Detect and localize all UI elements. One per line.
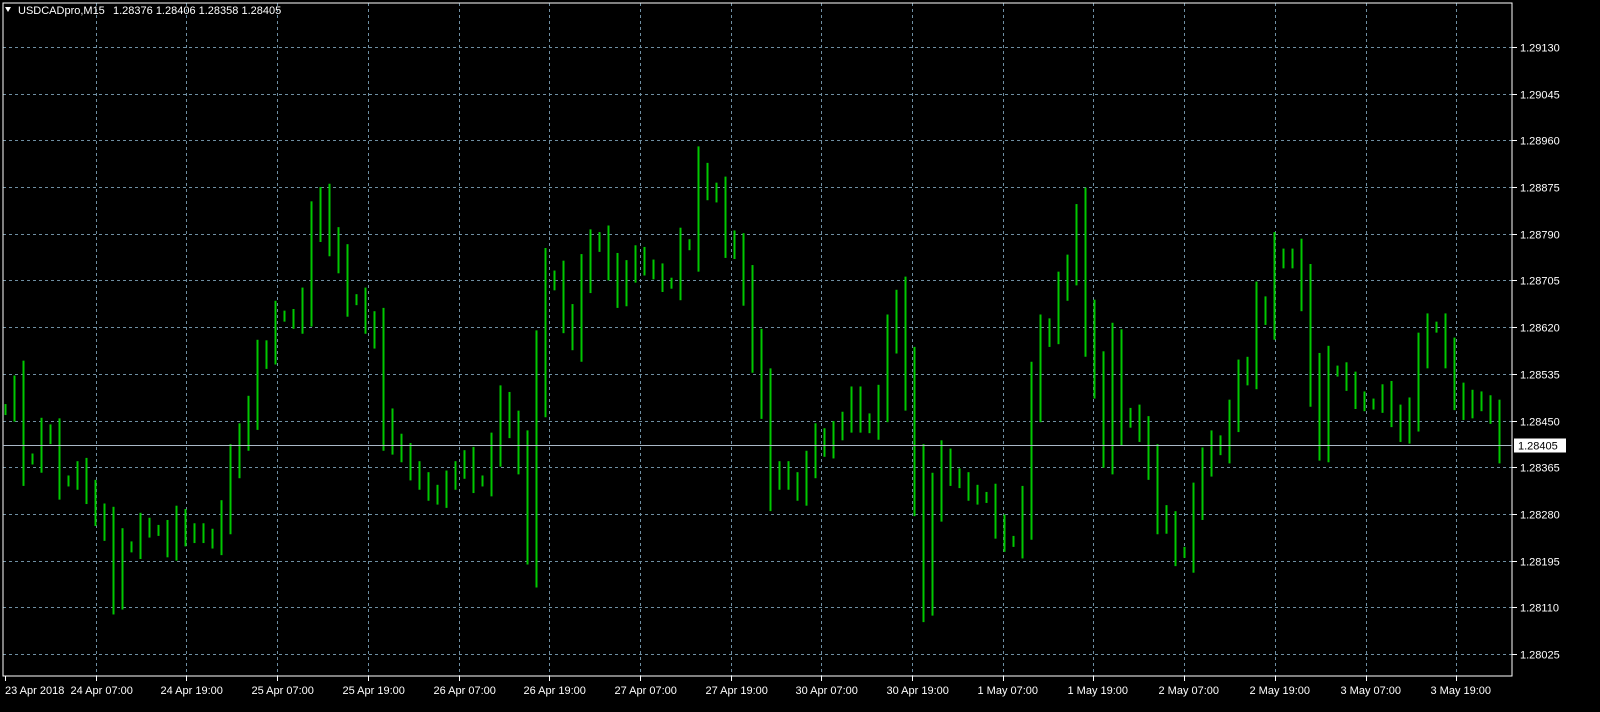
y-tick-label: 1.28620 bbox=[1520, 323, 1560, 335]
dropdown-triangle-icon[interactable] bbox=[5, 7, 11, 12]
y-tick-label: 1.28535 bbox=[1520, 370, 1560, 382]
x-tick-label: 27 Apr 19:00 bbox=[706, 685, 768, 697]
y-tick-label: 1.28450 bbox=[1520, 417, 1560, 429]
y-tick-label: 1.28195 bbox=[1520, 557, 1560, 569]
grid bbox=[3, 3, 1512, 676]
chart-canvas[interactable]: 1.29130 1.29045 1.28960 1.28875 1.28790 1.287… bbox=[0, 0, 1600, 712]
x-tick-label: 2 May 07:00 bbox=[1159, 685, 1220, 697]
y-tick-label: 1.28365 bbox=[1520, 463, 1560, 475]
x-tick-label: 24 Apr 19:00 bbox=[161, 685, 223, 697]
axes: 1.29130 1.29045 1.28960 1.28875 1.28790 1.287… bbox=[2, 2, 1560, 697]
x-tick-label: 24 Apr 07:00 bbox=[71, 685, 133, 697]
x-tick-label: 30 Apr 07:00 bbox=[796, 685, 858, 697]
x-tick-label: 2 May 19:00 bbox=[1250, 685, 1311, 697]
price-chart[interactable]: 1.29130 1.29045 1.28960 1.28875 1.28790 1.287… bbox=[0, 0, 1600, 712]
x-tick-label: 23 Apr 2018 bbox=[5, 685, 64, 697]
x-tick-label: 26 Apr 19:00 bbox=[524, 685, 586, 697]
y-tick-label: 1.28280 bbox=[1520, 510, 1560, 522]
x-tick-label: 27 Apr 07:00 bbox=[615, 685, 677, 697]
y-tick-label: 1.28025 bbox=[1520, 650, 1560, 662]
y-tick-label: 1.28705 bbox=[1520, 276, 1560, 288]
x-tick-label: 30 Apr 19:00 bbox=[887, 685, 949, 697]
y-tick-label: 1.29045 bbox=[1520, 90, 1560, 102]
x-tick-label: 3 May 07:00 bbox=[1341, 685, 1402, 697]
y-tick-label: 1.28790 bbox=[1520, 230, 1560, 242]
x-tick-label: 25 Apr 19:00 bbox=[343, 685, 405, 697]
x-tick-label: 25 Apr 07:00 bbox=[252, 685, 314, 697]
chart-header: USDCADpro,M15 1.28376 1.28406 1.28358 1.… bbox=[5, 5, 281, 17]
y-tick-label: 1.29130 bbox=[1520, 43, 1560, 55]
y-tick-label: 1.28110 bbox=[1520, 603, 1559, 615]
x-tick-label: 3 May 19:00 bbox=[1431, 685, 1492, 697]
y-tick-label: 1.28960 bbox=[1520, 136, 1560, 148]
current-price-line: 1.28405 bbox=[3, 438, 1566, 453]
x-tick-label: 1 May 19:00 bbox=[1068, 685, 1129, 697]
current-price-label: 1.28405 bbox=[1518, 441, 1558, 453]
x-tick-label: 26 Apr 07:00 bbox=[434, 685, 496, 697]
plot-frame bbox=[2, 2, 1513, 677]
y-tick-label: 1.28875 bbox=[1520, 183, 1560, 195]
symbol-label: USDCADpro,M15 bbox=[18, 5, 105, 17]
ohlc-label: 1.28376 1.28406 1.28358 1.28405 bbox=[113, 5, 281, 17]
x-tick-label: 1 May 07:00 bbox=[978, 685, 1039, 697]
